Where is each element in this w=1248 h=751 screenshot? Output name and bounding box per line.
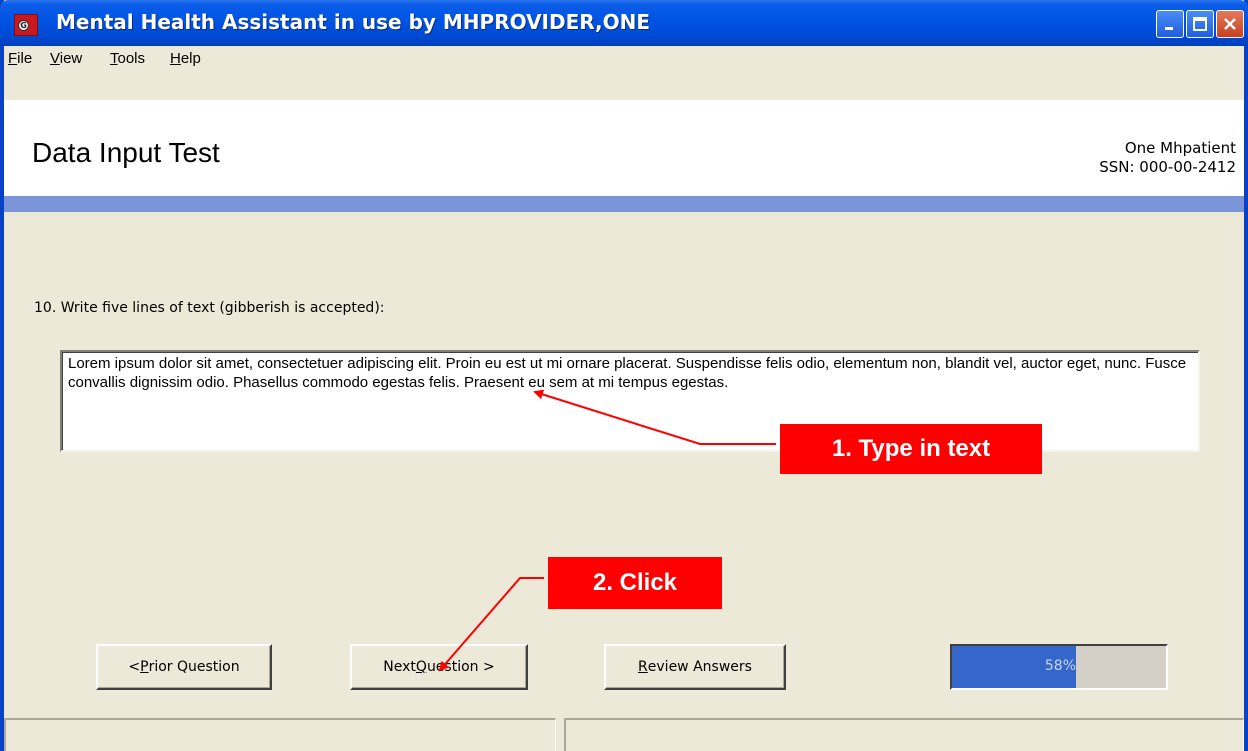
callout-click: 2. Click <box>548 557 722 609</box>
menu-help[interactable]: Help <box>170 50 201 67</box>
progress-label: 58% <box>1044 658 1076 674</box>
status-panel-right <box>564 718 1244 751</box>
header-divider-band <box>4 196 1244 212</box>
app-icon[interactable]: G <box>14 14 38 36</box>
menu-tools[interactable]: Tools <box>110 50 145 67</box>
maximize-icon <box>1193 17 1207 31</box>
progress-bar: 58% <box>950 644 1168 690</box>
page-header: Data Input Test One Mhpatient SSN: 000-0… <box>4 100 1244 196</box>
menu-view[interactable]: View <box>50 50 82 67</box>
minimize-button[interactable] <box>1156 10 1184 38</box>
status-panel-left <box>4 718 556 751</box>
callout-type-text: 1. Type in text <box>780 424 1042 474</box>
patient-ssn: SSN: 000-00-2412 <box>1099 158 1236 176</box>
prior-question-button[interactable]: < Prior Question <box>96 644 272 690</box>
menu-bar: File View Tools Help <box>4 46 1244 72</box>
close-icon <box>1224 18 1236 30</box>
minimize-icon <box>1165 27 1173 30</box>
patient-info: One Mhpatient SSN: 000-00-2412 <box>1099 139 1236 177</box>
next-question-button[interactable]: Next Question > <box>350 644 528 690</box>
app-window: G Mental Health Assistant in use by MHPR… <box>0 0 1248 751</box>
patient-name: One Mhpatient <box>1124 139 1236 157</box>
question-label: 10. Write five lines of text (gibberish … <box>34 300 385 316</box>
page-title: Data Input Test <box>32 137 220 168</box>
maximize-button[interactable] <box>1186 10 1214 38</box>
menu-file[interactable]: File <box>8 50 32 67</box>
close-button[interactable] <box>1216 10 1244 38</box>
title-bar[interactable]: G Mental Health Assistant in use by MHPR… <box>0 0 1248 46</box>
review-answers-button[interactable]: Review Answers <box>604 644 786 690</box>
window-title: Mental Health Assistant in use by MHPROV… <box>56 10 651 34</box>
